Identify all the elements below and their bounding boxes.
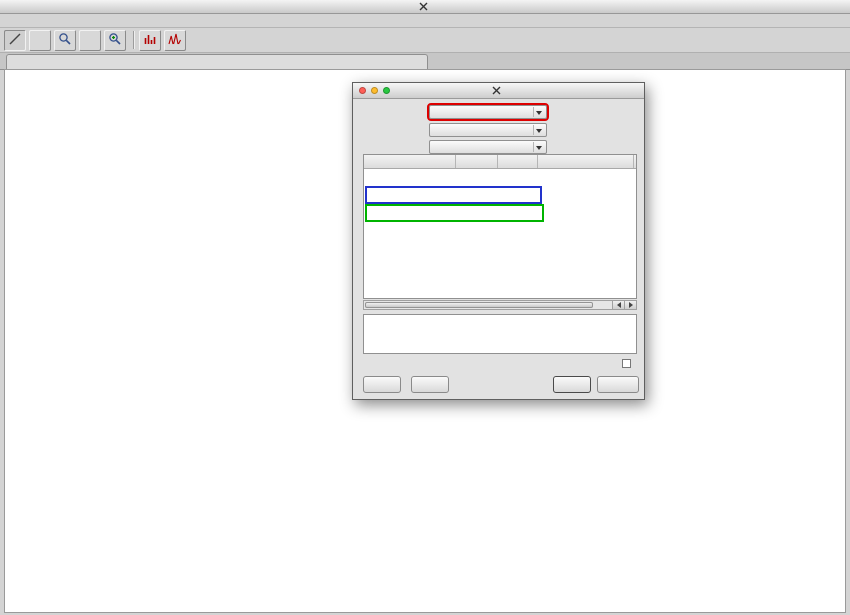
- peaks-icon: [168, 31, 182, 50]
- parameter-table[interactable]: [363, 154, 637, 299]
- histogram-view-button[interactable]: [139, 30, 161, 51]
- histogram-icon: [143, 31, 157, 50]
- peaks-view-button[interactable]: [164, 30, 186, 51]
- draw-mode-button[interactable]: [4, 30, 26, 51]
- window-titlebar[interactable]: [0, 0, 850, 14]
- zoom-window-icon[interactable]: [383, 87, 390, 94]
- column-header-parameter[interactable]: [364, 155, 456, 168]
- ok-button[interactable]: [553, 376, 591, 393]
- magnifier-icon: [58, 31, 72, 50]
- menubar: [0, 14, 850, 28]
- parameter-description-box: [363, 314, 637, 354]
- zoom-in-button[interactable]: [104, 30, 126, 51]
- toppview-window: { "window": { "title": "TOPPView – [peak…: [0, 0, 850, 615]
- input-argument-row: [363, 122, 547, 137]
- table-horizontal-scrollbar[interactable]: [363, 300, 637, 310]
- topp-tool-select[interactable]: [429, 105, 547, 119]
- scroll-left-button[interactable]: [612, 301, 624, 309]
- load-button[interactable]: [363, 376, 401, 393]
- combo-separator: [533, 142, 534, 152]
- input-argument-select[interactable]: [429, 123, 547, 137]
- tabbar: [0, 53, 850, 70]
- scroll-right-button[interactable]: [624, 301, 636, 309]
- toolbar-separator: [133, 31, 135, 49]
- show-advanced-checkbox[interactable]: [622, 359, 631, 368]
- topp-tools-dialog: [352, 82, 645, 400]
- app-icon: [419, 2, 428, 11]
- magnifier-plus-icon: [108, 31, 122, 50]
- column-header-type[interactable]: [498, 155, 538, 168]
- scrollbar-thumb[interactable]: [365, 302, 593, 308]
- close-window-icon[interactable]: [359, 87, 366, 94]
- diagonal-line-icon: [8, 31, 22, 50]
- advanced-parameters-row: [622, 359, 635, 368]
- parameter-table-header: [364, 155, 636, 169]
- store-button[interactable]: [411, 376, 449, 393]
- intensity-percentage-button[interactable]: [29, 30, 51, 51]
- log-intensity-button[interactable]: [79, 30, 101, 51]
- combo-separator: [533, 125, 534, 135]
- cancel-button[interactable]: [597, 376, 639, 393]
- arrow-right-icon: [629, 302, 633, 308]
- dialog-icon: [492, 86, 501, 95]
- output-argument-row: [363, 139, 547, 154]
- arrow-left-icon: [617, 302, 621, 308]
- minimize-window-icon[interactable]: [371, 87, 378, 94]
- toolbar: [0, 28, 850, 53]
- topp-tool-row: [363, 104, 547, 119]
- output-argument-select[interactable]: [429, 140, 547, 154]
- red-highlight-box: [427, 103, 549, 121]
- dialog-titlebar[interactable]: [353, 83, 644, 99]
- reset-zoom-button[interactable]: [54, 30, 76, 51]
- tab-peakpicker-tutorial[interactable]: [6, 54, 428, 69]
- column-header-value[interactable]: [456, 155, 498, 168]
- blue-selection-box: [365, 186, 542, 204]
- window-controls: [359, 87, 390, 94]
- combo-separator: [533, 107, 534, 117]
- green-group-box: [365, 204, 544, 222]
- column-header-restrictions[interactable]: [538, 155, 634, 168]
